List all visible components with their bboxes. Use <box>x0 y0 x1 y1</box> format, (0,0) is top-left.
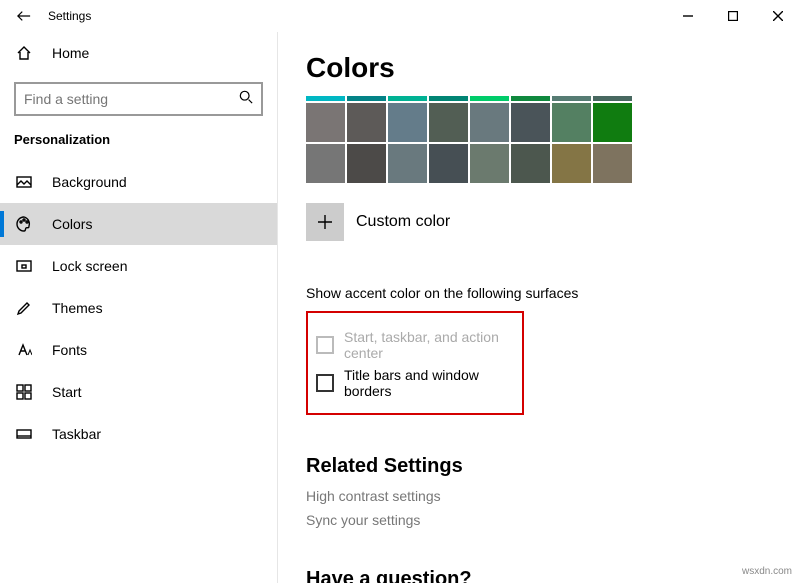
nav-colors[interactable]: Colors <box>0 203 277 245</box>
color-swatch[interactable] <box>388 103 427 142</box>
color-swatch <box>306 96 345 101</box>
color-swatch[interactable] <box>347 144 386 183</box>
nav-home-label: Home <box>52 45 89 61</box>
color-preview-strip <box>306 96 800 103</box>
color-swatch[interactable] <box>593 103 632 142</box>
font-icon <box>14 340 34 360</box>
color-swatch[interactable] <box>552 144 591 183</box>
surfaces-heading: Show accent color on the following surfa… <box>306 285 800 301</box>
question-heading: Have a question? <box>306 568 800 583</box>
nav-start[interactable]: Start <box>0 371 277 413</box>
color-swatch <box>593 96 632 101</box>
color-swatch <box>552 96 591 101</box>
custom-color-label: Custom color <box>356 213 450 231</box>
sidebar: Home Personalization Background Colors L… <box>0 32 278 583</box>
section-label: Personalization <box>0 118 277 161</box>
checkbox-label: Title bars and window borders <box>344 367 514 399</box>
nav-label: Fonts <box>52 342 87 358</box>
link-high-contrast[interactable]: High contrast settings <box>306 488 800 504</box>
color-swatch <box>429 96 468 101</box>
related-heading: Related Settings <box>306 455 800 478</box>
main-content: Colors Custom color Show accent color on… <box>278 32 800 583</box>
nav-background[interactable]: Background <box>0 161 277 203</box>
search-icon <box>239 90 253 109</box>
nav-home[interactable]: Home <box>0 32 277 74</box>
color-swatch <box>511 96 550 101</box>
home-icon <box>14 43 34 63</box>
nav-lockscreen[interactable]: Lock screen <box>0 245 277 287</box>
color-swatch[interactable] <box>306 144 345 183</box>
color-swatch[interactable] <box>552 103 591 142</box>
color-swatch[interactable] <box>429 144 468 183</box>
close-button[interactable] <box>755 0 800 32</box>
color-swatch[interactable] <box>593 144 632 183</box>
custom-color-button[interactable] <box>306 203 344 241</box>
maximize-button[interactable] <box>710 0 755 32</box>
start-icon <box>14 382 34 402</box>
color-swatch[interactable] <box>511 144 550 183</box>
search-input[interactable] <box>24 91 239 107</box>
checkbox-start-taskbar <box>316 336 334 354</box>
color-swatch[interactable] <box>470 144 509 183</box>
nav-label: Lock screen <box>52 258 127 274</box>
color-swatch <box>347 96 386 101</box>
color-swatch[interactable] <box>511 103 550 142</box>
search-box[interactable] <box>14 82 263 116</box>
nav-label: Background <box>52 174 127 190</box>
color-swatch[interactable] <box>347 103 386 142</box>
nav-label: Colors <box>52 216 92 232</box>
color-swatch[interactable] <box>306 103 345 142</box>
window-title: Settings <box>48 9 91 23</box>
color-swatch[interactable] <box>388 144 427 183</box>
nav-label: Themes <box>52 300 103 316</box>
nav-label: Taskbar <box>52 426 101 442</box>
picture-icon <box>14 172 34 192</box>
nav-label: Start <box>52 384 82 400</box>
color-swatch <box>470 96 509 101</box>
watermark: wsxdn.com <box>742 566 792 577</box>
lock-icon <box>14 256 34 276</box>
nav-fonts[interactable]: Fonts <box>0 329 277 371</box>
highlight-box: Start, taskbar, and action center Title … <box>306 311 524 415</box>
checkbox-titlebars[interactable] <box>316 374 334 392</box>
taskbar-icon <box>14 424 34 444</box>
nav-themes[interactable]: Themes <box>0 287 277 329</box>
minimize-button[interactable] <box>665 0 710 32</box>
color-swatch <box>388 96 427 101</box>
checkbox-label: Start, taskbar, and action center <box>344 329 514 361</box>
page-heading: Colors <box>306 52 800 84</box>
color-swatch-row <box>306 103 800 144</box>
brush-icon <box>14 298 34 318</box>
nav-taskbar[interactable]: Taskbar <box>0 413 277 455</box>
color-swatch[interactable] <box>470 103 509 142</box>
back-button[interactable] <box>8 0 40 32</box>
link-sync-settings[interactable]: Sync your settings <box>306 512 800 528</box>
color-swatch-row <box>306 144 800 185</box>
palette-icon <box>14 214 34 234</box>
color-swatch[interactable] <box>429 103 468 142</box>
